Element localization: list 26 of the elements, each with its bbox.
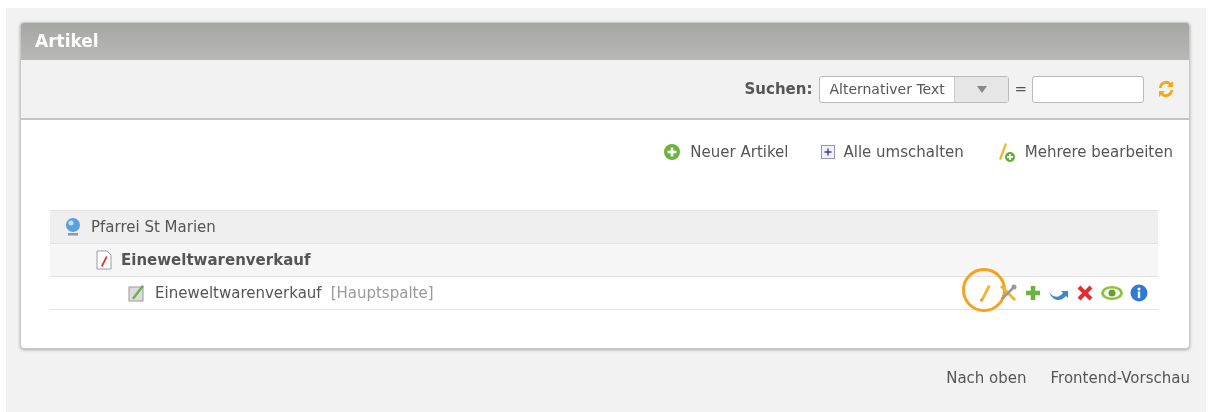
caret-icon: [976, 85, 987, 93]
edit-content-icon: [128, 284, 146, 302]
search-label: Suchen:: [744, 80, 813, 98]
expand-icon: [820, 145, 835, 159]
article-title[interactable]: Eineweltwarenverkauf: [121, 251, 311, 269]
new-article-link[interactable]: Neuer Artikel: [663, 143, 789, 161]
add-icon: [663, 143, 682, 161]
edit-multiple-link[interactable]: Mehrere bearbeiten: [995, 141, 1173, 163]
document-icon: [96, 250, 112, 270]
panel-title: Artikel: [21, 23, 1189, 60]
content-element-title[interactable]: Eineweltwarenverkauf: [155, 284, 322, 302]
search-field[interactable]: [1032, 75, 1144, 103]
column-tag: [Hauptspalte]: [330, 284, 434, 302]
back-to-top-link[interactable]: Nach oben: [946, 369, 1027, 387]
equals-sign: =: [1014, 80, 1027, 98]
delete-icon[interactable]: [1076, 284, 1094, 302]
tools-icon[interactable]: [998, 283, 1018, 303]
frontend-preview-link[interactable]: Frontend-Vorschau: [1050, 369, 1190, 387]
plus-icon[interactable]: [1024, 284, 1042, 302]
site-name[interactable]: Pfarrei St Marien: [91, 218, 216, 236]
globe-icon: [64, 217, 82, 237]
eye-icon[interactable]: [1100, 285, 1124, 301]
info-icon[interactable]: [1130, 284, 1148, 302]
pencil-icon[interactable]: [978, 283, 992, 303]
toggle-all-link[interactable]: Alle umschalten: [820, 143, 964, 161]
field-dropdown[interactable]: Alternativer Text: [819, 75, 1010, 103]
